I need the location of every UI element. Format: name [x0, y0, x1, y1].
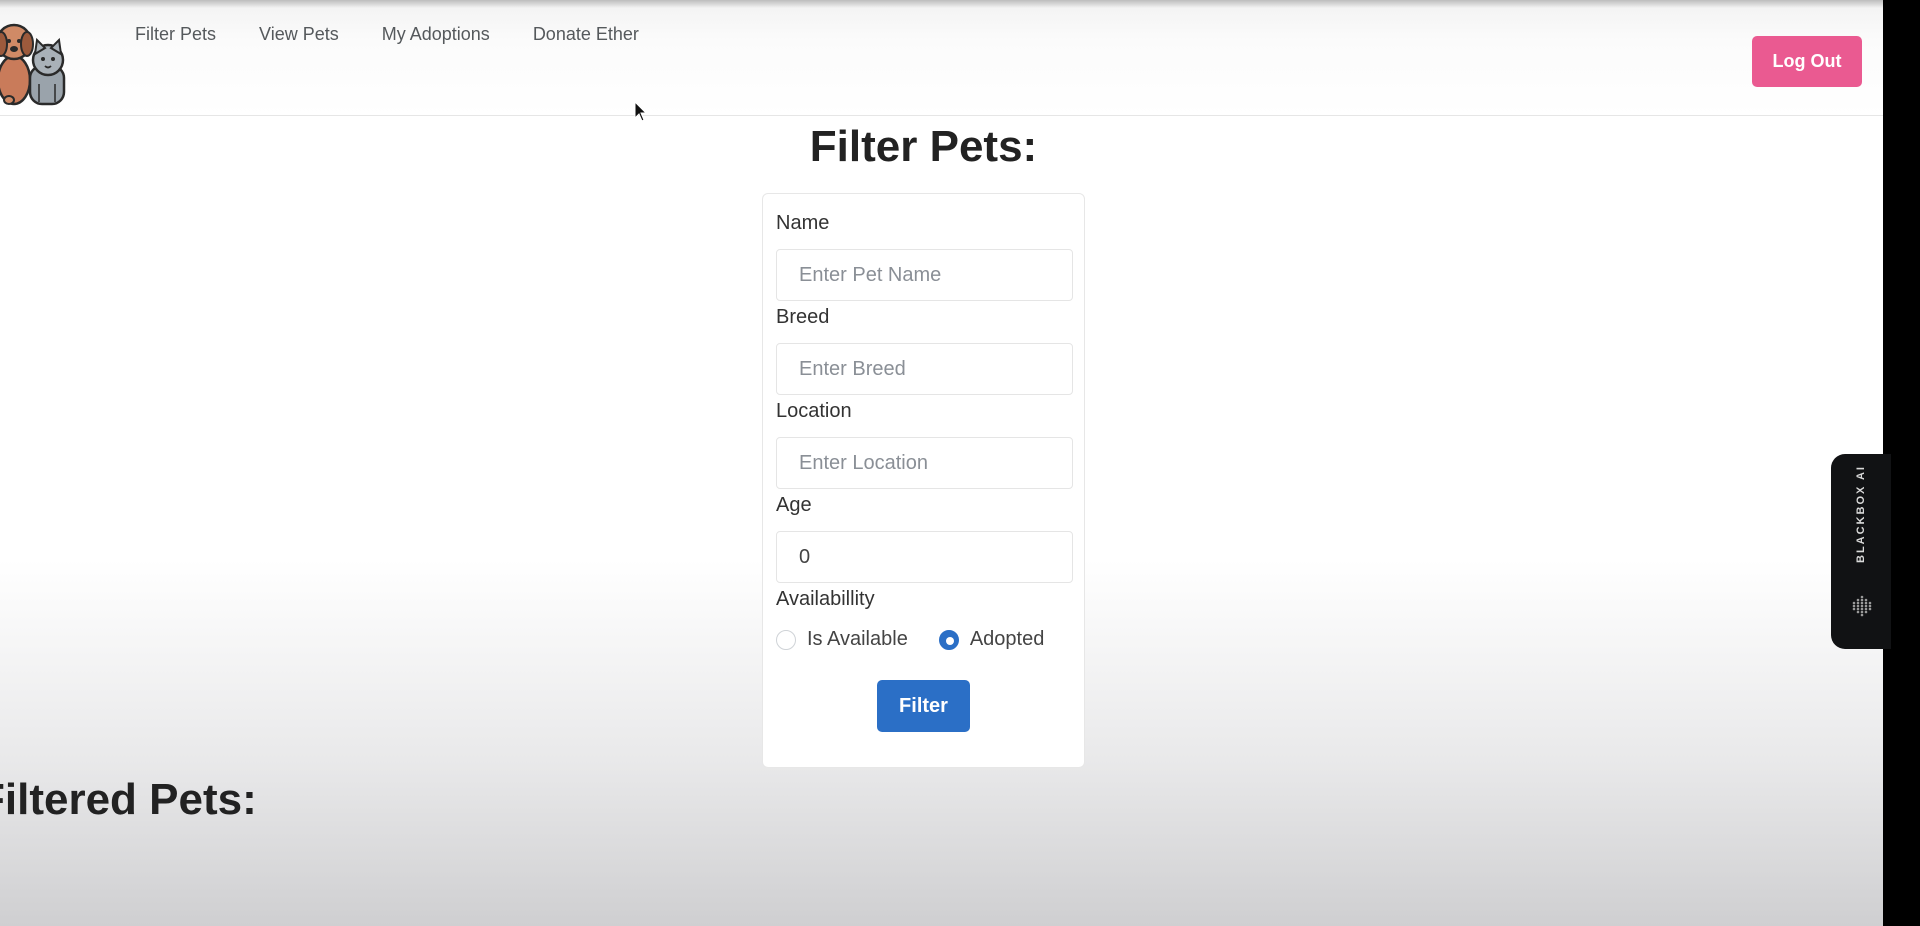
- breed-label: Breed: [776, 306, 830, 328]
- browser-viewport: Filter Pets View Pets My Adoptions Donat…: [0, 0, 1883, 926]
- dog-cat-logo-icon[interactable]: [0, 14, 76, 106]
- pet-name-input[interactable]: [776, 249, 1073, 301]
- age-input[interactable]: [776, 531, 1073, 583]
- nav-link-donate-ether[interactable]: Donate Ether: [533, 24, 639, 45]
- availability-radio-group: Is Available Adopted: [776, 628, 1044, 651]
- name-label: Name: [776, 212, 830, 234]
- nav-link-filter-pets[interactable]: Filter Pets: [135, 24, 216, 45]
- location-input[interactable]: [776, 437, 1073, 489]
- results-title: Filtered Pets:: [0, 775, 257, 824]
- logout-button[interactable]: Log Out: [1752, 36, 1862, 87]
- page-title: Filter Pets:: [809, 122, 1038, 171]
- nav-links: Filter Pets View Pets My Adoptions Donat…: [135, 24, 639, 45]
- radio-is-available[interactable]: [776, 629, 796, 650]
- availability-label: Availabillity: [776, 588, 875, 610]
- blackbox-dots-icon: [1852, 595, 1872, 617]
- navbar: Filter Pets View Pets My Adoptions Donat…: [0, 0, 1883, 116]
- blackbox-ai-label: BLACKBOX AI: [1855, 465, 1867, 563]
- radio-adopted[interactable]: [938, 629, 959, 650]
- mouse-cursor-icon: [634, 101, 648, 122]
- radio-label-is-available: Is Available: [807, 628, 908, 650]
- age-label: Age: [776, 494, 812, 516]
- breed-input[interactable]: [776, 343, 1073, 395]
- nav-link-my-adoptions[interactable]: My Adoptions: [382, 24, 490, 45]
- blackbox-ai-widget[interactable]: BLACKBOX AI: [1831, 454, 1891, 649]
- radio-option-is-available[interactable]: Is Available: [776, 628, 908, 651]
- top-shadow: [0, 0, 1883, 8]
- nav-link-view-pets[interactable]: View Pets: [259, 24, 339, 45]
- radio-label-adopted: Adopted: [969, 628, 1045, 650]
- location-label: Location: [776, 400, 852, 422]
- filter-button[interactable]: Filter: [877, 680, 970, 732]
- filter-form: Name Breed Location Age Availabillity Is…: [762, 193, 1085, 768]
- radio-option-adopted[interactable]: Adopted: [938, 628, 1045, 651]
